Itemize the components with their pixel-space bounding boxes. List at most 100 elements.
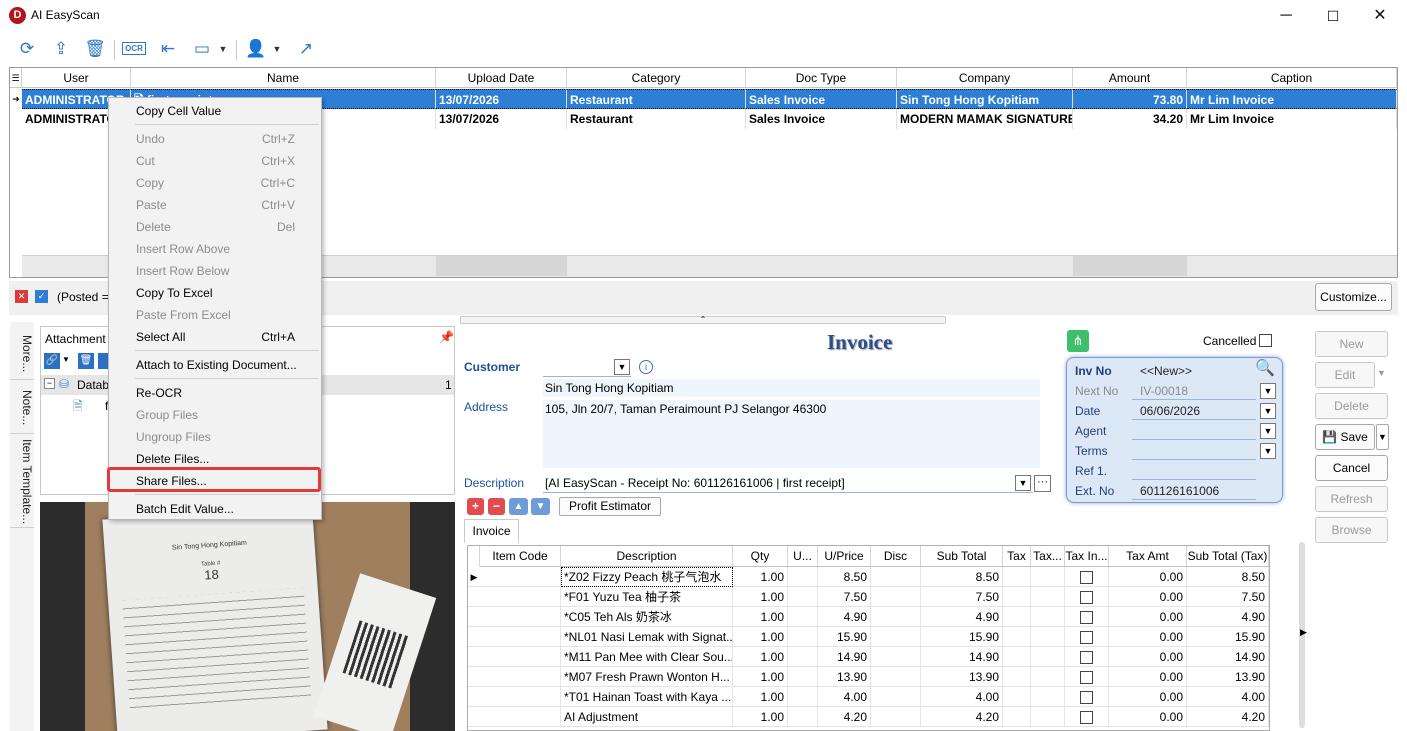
- cell-taxrate[interactable]: [1031, 707, 1065, 727]
- col-tax-inclusive[interactable]: Tax In...: [1065, 546, 1109, 567]
- pin-icon[interactable]: 📌: [439, 330, 454, 344]
- user-icon[interactable]: 👤: [243, 36, 269, 62]
- cell-subtax[interactable]: 4.90: [1187, 607, 1269, 627]
- cancel-button[interactable]: Cancel: [1315, 455, 1388, 481]
- detail-row[interactable]: *M11 Pan Mee with Clear Sou... 1.00 14.90 1…: [468, 647, 1269, 667]
- cell-taxinc[interactable]: [1065, 607, 1109, 627]
- menu-item-paste-from-excel[interactable]: Paste From Excel: [110, 304, 321, 326]
- cell-disc[interactable]: [871, 707, 921, 727]
- cell-tax[interactable]: [1003, 647, 1031, 667]
- link-dropdown-icon[interactable]: ▼: [62, 355, 70, 364]
- tab-more[interactable]: More...: [10, 328, 34, 380]
- cell-qty[interactable]: 1.00: [733, 687, 788, 707]
- cell-taxrate[interactable]: [1031, 627, 1065, 647]
- detail-row[interactable]: AI Adjustment 1.00 4.20 4.20 0.00 4.20: [468, 707, 1269, 727]
- cell-subtax[interactable]: 4.20: [1187, 707, 1269, 727]
- chevron-down-icon[interactable]: ▼: [1260, 423, 1276, 439]
- cell-qty[interactable]: 1.00: [733, 587, 788, 607]
- cell-taxamt[interactable]: 0.00: [1109, 707, 1187, 727]
- cell-caption[interactable]: Mr Lim Invoice: [1187, 89, 1397, 109]
- cell-tax[interactable]: [1003, 667, 1031, 687]
- tax-inclusive-checkbox[interactable]: [1080, 611, 1093, 625]
- chevron-down-icon[interactable]: ▼: [1260, 403, 1276, 419]
- close-button[interactable]: ✕: [1357, 0, 1403, 32]
- move-down-icon[interactable]: ▼: [531, 498, 550, 515]
- menu-item-insert-row-below[interactable]: Insert Row Below: [110, 260, 321, 282]
- cell-qty[interactable]: 1.00: [733, 647, 788, 667]
- cell-doctype[interactable]: Sales Invoice: [746, 109, 897, 129]
- cell-desc[interactable]: *C05 Teh Als 奶茶冰: [561, 607, 733, 627]
- upload-icon[interactable]: ⇪: [48, 36, 74, 62]
- address-field[interactable]: 105, Jln 20/7, Taman Peraimount PJ Selan…: [543, 400, 1040, 468]
- profit-estimator-button[interactable]: Profit Estimator: [559, 497, 661, 516]
- cell-code[interactable]: [480, 567, 561, 587]
- cell-doctype[interactable]: Sales Invoice: [746, 89, 897, 109]
- cell-price[interactable]: 7.50: [818, 587, 871, 607]
- cell-amount[interactable]: 34.20: [1073, 109, 1187, 129]
- cell-taxrate[interactable]: [1031, 607, 1065, 627]
- cell-price[interactable]: 14.90: [818, 647, 871, 667]
- save-dropdown-icon[interactable]: ▼: [1376, 424, 1389, 450]
- cell-company[interactable]: Sin Tong Hong Kopitiam: [897, 89, 1073, 109]
- cell-taxinc[interactable]: [1065, 627, 1109, 647]
- cell-uom[interactable]: [788, 607, 818, 627]
- cell-taxrate[interactable]: [1031, 587, 1065, 607]
- remove-row-icon[interactable]: −: [488, 498, 505, 515]
- maximize-button[interactable]: ☐: [1310, 0, 1356, 32]
- more-attachment-icon[interactable]: [98, 353, 108, 369]
- cell-subtax[interactable]: 13.90: [1187, 667, 1269, 687]
- delete-button[interactable]: Delete: [1315, 393, 1388, 419]
- cell-code[interactable]: [480, 667, 561, 687]
- cell-qty[interactable]: 1.00: [733, 707, 788, 727]
- menu-item-insert-row-above[interactable]: Insert Row Above: [110, 238, 321, 260]
- grid-menu-icon[interactable]: ☰: [10, 68, 22, 88]
- cell-taxinc[interactable]: [1065, 647, 1109, 667]
- menu-item-batch-edit-value[interactable]: Batch Edit Value...: [110, 498, 321, 520]
- cell-code[interactable]: [480, 707, 561, 727]
- cell-tax[interactable]: [1003, 687, 1031, 707]
- cell-uom[interactable]: [788, 687, 818, 707]
- cell-taxinc[interactable]: [1065, 667, 1109, 687]
- item-detail-grid[interactable]: Item Code Description Qty U... U/Price D…: [467, 545, 1270, 731]
- info-icon[interactable]: i: [639, 360, 653, 374]
- ocr-icon[interactable]: OCR: [121, 36, 147, 62]
- chevron-down-icon[interactable]: ▼: [614, 359, 630, 375]
- cell-disc[interactable]: [871, 567, 921, 587]
- tax-inclusive-checkbox[interactable]: [1080, 691, 1093, 705]
- col-sub-total-tax[interactable]: Sub Total (Tax): [1187, 546, 1269, 567]
- menu-item-ungroup-files[interactable]: Ungroup Files: [110, 426, 321, 448]
- move-up-icon[interactable]: ▲: [509, 498, 528, 515]
- cell-price[interactable]: 4.20: [818, 707, 871, 727]
- edit-button[interactable]: Edit: [1315, 362, 1375, 388]
- menu-item-re-ocr[interactable]: Re-OCR: [110, 382, 321, 404]
- collapse-icon[interactable]: −: [44, 378, 55, 389]
- tax-inclusive-checkbox[interactable]: [1080, 631, 1093, 645]
- cell-taxamt[interactable]: 0.00: [1109, 647, 1187, 667]
- col-item-code[interactable]: Item Code: [480, 546, 561, 567]
- col-disc[interactable]: Disc: [871, 546, 921, 567]
- delete-attachment-icon[interactable]: 🗑: [78, 353, 94, 369]
- cell-taxinc[interactable]: [1065, 707, 1109, 727]
- customize-button[interactable]: Customize...: [1315, 283, 1392, 311]
- ext-no-input[interactable]: 601126161006: [1132, 481, 1256, 500]
- cell-disc[interactable]: [871, 627, 921, 647]
- cell-tax[interactable]: [1003, 607, 1031, 627]
- col-tax-amt[interactable]: Tax Amt: [1109, 546, 1187, 567]
- cell-taxamt[interactable]: 0.00: [1109, 687, 1187, 707]
- cell-taxamt[interactable]: 0.00: [1109, 607, 1187, 627]
- detail-row[interactable]: *F01 Yuzu Tea 柚子茶 1.00 7.50 7.50 0.00 7.50: [468, 587, 1269, 607]
- menu-item-copy-to-excel[interactable]: Copy To Excel: [110, 282, 321, 304]
- col-doc-type[interactable]: Doc Type: [746, 68, 897, 88]
- menu-item-select-all[interactable]: Select All Ctrl+A: [110, 326, 321, 348]
- refresh-button[interactable]: Refresh: [1315, 486, 1388, 512]
- cell-disc[interactable]: [871, 647, 921, 667]
- cell-tax[interactable]: [1003, 587, 1031, 607]
- tab-note[interactable]: Note...: [10, 382, 34, 434]
- cell-subtax[interactable]: 15.90: [1187, 627, 1269, 647]
- menu-item-undo[interactable]: Undo Ctrl+Z: [110, 128, 321, 150]
- menu-item-copy-cell-value[interactable]: Copy Cell Value: [110, 100, 321, 122]
- cell-sub[interactable]: 15.90: [921, 627, 1003, 647]
- cell-date[interactable]: 13/07/2026: [436, 89, 567, 109]
- share-icon[interactable]: ↗: [293, 36, 319, 62]
- cell-sub[interactable]: 13.90: [921, 667, 1003, 687]
